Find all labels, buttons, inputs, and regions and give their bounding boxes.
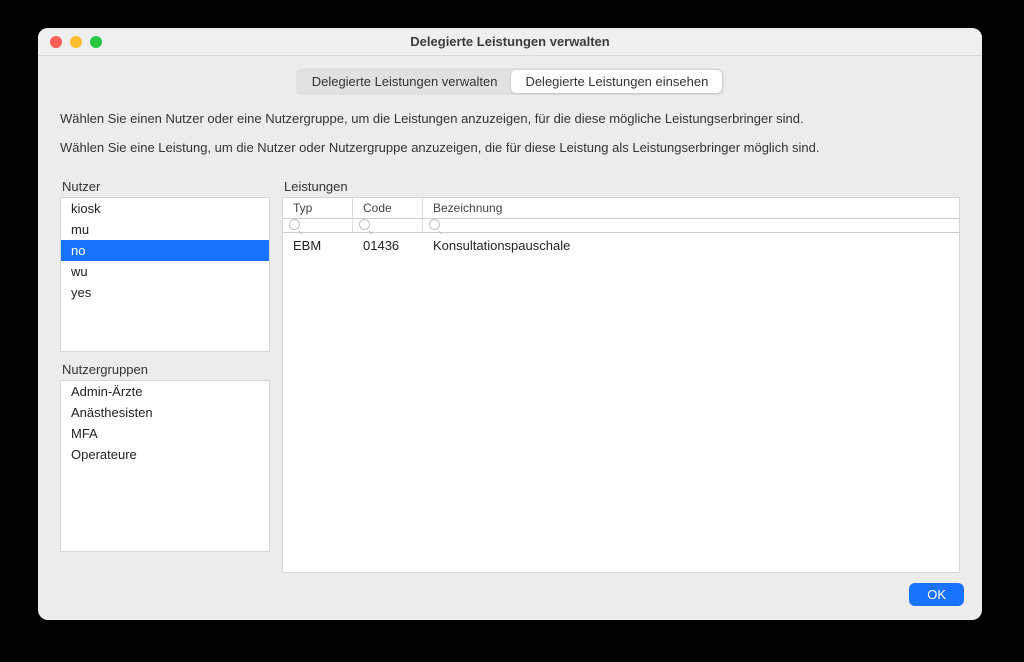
user-row[interactable]: yes (61, 282, 269, 303)
right-column: Leistungen Typ Code Bezeichnung EBM 0143… (282, 179, 960, 573)
groups-listbox[interactable]: Admin-Ärzte Anästhesisten MFA Operateure (60, 380, 270, 552)
filter-bezeichnung[interactable] (423, 219, 959, 232)
search-icon (289, 219, 300, 230)
cell-typ: EBM (283, 238, 353, 253)
segmented-control: Delegierte Leistungen verwalten Delegier… (296, 68, 725, 95)
tab-view[interactable]: Delegierte Leistungen einsehen (511, 70, 722, 93)
search-icon (359, 219, 370, 230)
close-icon[interactable] (50, 36, 62, 48)
users-listbox[interactable]: kiosk mu no wu yes (60, 197, 270, 352)
filter-typ[interactable] (283, 219, 353, 232)
groups-label: Nutzergruppen (60, 362, 270, 377)
search-icon (429, 219, 440, 230)
instructions: Wählen Sie einen Nutzer oder eine Nutzer… (38, 103, 982, 179)
table-filter-row (283, 219, 959, 233)
user-row[interactable]: kiosk (61, 198, 269, 219)
cell-code: 01436 (353, 238, 423, 253)
minimize-icon[interactable] (70, 36, 82, 48)
table-header-row: Typ Code Bezeichnung (283, 198, 959, 219)
dialog-window: Delegierte Leistungen verwalten Delegier… (38, 28, 982, 620)
user-row[interactable]: wu (61, 261, 269, 282)
col-header-typ[interactable]: Typ (283, 198, 353, 218)
group-row[interactable]: Operateure (61, 444, 269, 465)
services-table: Typ Code Bezeichnung EBM 01436 Konsultat… (282, 197, 960, 573)
main-area: Nutzer kiosk mu no wu yes Nutzergruppen … (38, 179, 982, 573)
instruction-line-2: Wählen Sie eine Leistung, um die Nutzer … (60, 140, 960, 155)
services-label: Leistungen (282, 179, 960, 194)
filter-code[interactable] (353, 219, 423, 232)
table-body: EBM 01436 Konsultationspauschale (283, 233, 959, 572)
titlebar: Delegierte Leistungen verwalten (38, 28, 982, 56)
user-row[interactable]: no (61, 240, 269, 261)
user-row[interactable]: mu (61, 219, 269, 240)
table-row[interactable]: EBM 01436 Konsultationspauschale (283, 233, 959, 258)
users-section: Nutzer kiosk mu no wu yes (60, 179, 270, 352)
zoom-icon[interactable] (90, 36, 102, 48)
dialog-footer: OK (38, 573, 982, 620)
traffic-lights (50, 36, 102, 48)
ok-button[interactable]: OK (909, 583, 964, 606)
tab-manage[interactable]: Delegierte Leistungen verwalten (298, 70, 512, 93)
cell-bezeichnung: Konsultationspauschale (423, 238, 959, 253)
group-row[interactable]: Anästhesisten (61, 402, 269, 423)
segmented-control-wrap: Delegierte Leistungen verwalten Delegier… (38, 56, 982, 103)
group-row[interactable]: Admin-Ärzte (61, 381, 269, 402)
group-row[interactable]: MFA (61, 423, 269, 444)
users-label: Nutzer (60, 179, 270, 194)
left-column: Nutzer kiosk mu no wu yes Nutzergruppen … (60, 179, 270, 573)
col-header-code[interactable]: Code (353, 198, 423, 218)
instruction-line-1: Wählen Sie einen Nutzer oder eine Nutzer… (60, 111, 960, 126)
col-header-bezeichnung[interactable]: Bezeichnung (423, 198, 959, 218)
groups-section: Nutzergruppen Admin-Ärzte Anästhesisten … (60, 362, 270, 552)
window-title: Delegierte Leistungen verwalten (38, 34, 982, 49)
